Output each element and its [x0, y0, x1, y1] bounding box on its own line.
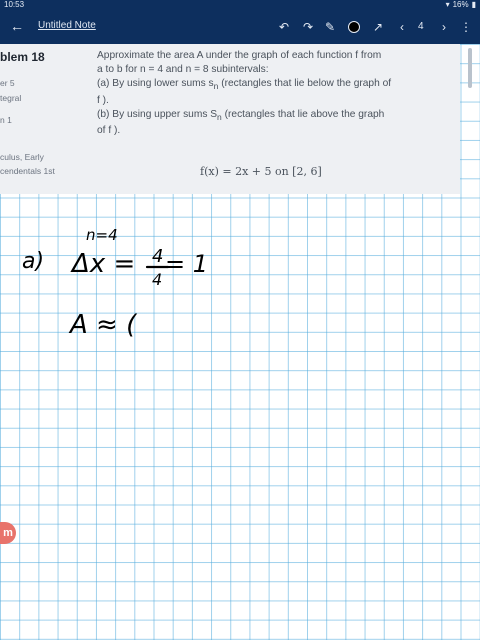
back-arrow-icon[interactable]: ← [10, 18, 24, 34]
problem-card: blem 18 er 5 tegral n 1 culus, Early cen… [0, 44, 460, 194]
topic-label: tegral [0, 93, 22, 103]
line3-end: (rectangles that lie below the graph of [218, 78, 392, 90]
pen-tool-icon[interactable]: ✎ [322, 19, 338, 35]
battery-level: 16% [452, 0, 469, 9]
section-label: n 1 [0, 115, 12, 125]
note-title[interactable]: Untitled Note [38, 20, 96, 31]
line5-start: (b) By using upper sums S [97, 108, 218, 120]
app-toolbar: ← Untitled Note ↶ ↷ ✎ ↗ ‹ 4 › ⋮ [0, 10, 480, 44]
prev-page-icon[interactable]: ‹ [394, 19, 410, 35]
status-time: 10:53 [4, 0, 25, 9]
status-right: ▾ 16% ▮ [446, 0, 476, 10]
problem-line-1: Approximate the area A under the graph o… [97, 50, 382, 61]
more-options-icon[interactable]: ⋮ [458, 19, 474, 35]
chapter-label: er 5 [0, 78, 15, 88]
redo-icon[interactable]: ↷ [300, 19, 316, 35]
problem-line-5: (b) By using upper sums Sn (rectangles t… [97, 108, 447, 124]
book-label-1: culus, Early [0, 152, 44, 162]
function-definition: f(x) = 2x + 5 on [2, 6] [200, 165, 322, 178]
problem-line-4: f ). [97, 94, 109, 106]
next-page-icon[interactable]: › [436, 19, 452, 35]
line3-start: (a) By using lower sums s [97, 78, 214, 90]
page-number: 4 [418, 21, 424, 32]
wifi-icon: ▾ [445, 0, 450, 9]
problem-title: blem 18 [0, 50, 45, 64]
problem-line-3: (a) By using lower sums sn (rectangles t… [97, 77, 447, 93]
problem-line-2: a to b for n = 4 and n = 8 subintervals: [97, 64, 269, 76]
scrollbar-thumb[interactable] [468, 48, 472, 88]
problem-text: Approximate the area A under the graph o… [97, 49, 447, 138]
problem-sidebar: blem 18 er 5 tegral n 1 culus, Early cen… [0, 44, 80, 194]
line5-end: (rectangles that lie above the graph [221, 108, 385, 120]
pen-color-swatch[interactable] [346, 19, 362, 35]
status-bar: 10:53 ▾ 16% ▮ [0, 0, 480, 10]
black-color-dot [348, 21, 360, 33]
problem-line-6: of f ). [97, 125, 121, 137]
book-label-2: cendentals 1st [0, 166, 55, 176]
battery-icon: ▮ [471, 0, 476, 9]
undo-icon[interactable]: ↶ [276, 19, 292, 35]
export-icon[interactable]: ↗ [370, 19, 386, 35]
